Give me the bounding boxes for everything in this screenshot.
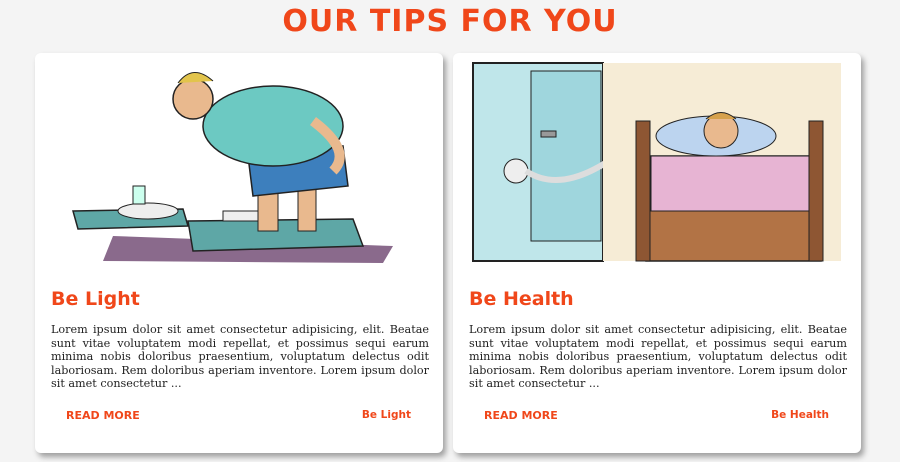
- read-more-link[interactable]: READ MORE: [66, 409, 140, 422]
- card-description: Lorem ipsum dolor sit amet consectetur a…: [469, 323, 847, 390]
- category-link[interactable]: Be Light: [362, 409, 411, 421]
- category-link[interactable]: Be Health: [771, 409, 829, 421]
- card-title: Be Health: [469, 288, 574, 310]
- card-description: Lorem ipsum dolor sit amet consectetur a…: [51, 323, 429, 390]
- page-title: OUR TIPS FOR YOU: [282, 4, 618, 39]
- read-more-link[interactable]: READ MORE: [484, 409, 558, 422]
- tip-card-be-light: Be Light Lorem ipsum dolor sit amet cons…: [35, 53, 443, 453]
- tip-card-be-health: Be Health Lorem ipsum dolor sit amet con…: [453, 53, 861, 453]
- man-on-scale-illustration: [53, 61, 425, 263]
- man-sick-in-bed-illustration: [471, 61, 843, 263]
- card-title: Be Light: [51, 288, 140, 310]
